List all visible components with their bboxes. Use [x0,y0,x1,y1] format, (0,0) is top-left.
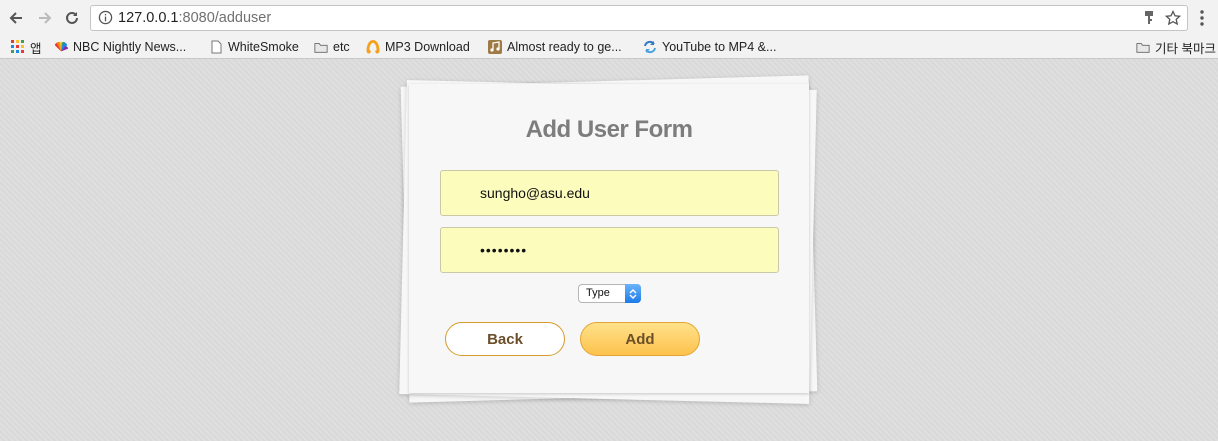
type-select-value: Type [586,287,610,299]
type-select[interactable]: Type [578,284,641,303]
reload-icon [66,11,78,24]
nbc-peacock-icon [54,40,68,54]
back-nav-button[interactable] [6,8,26,28]
bookmarks-bar: 앱 NBC Nightly News... WhiteSmoke etc MP3… [0,36,1218,59]
bookmark-label: 기타 북마크 [1155,41,1216,56]
star-icon[interactable] [1164,9,1182,31]
add-user-form: Add User Form sungho@asu.edu •••••••• Ty… [409,84,809,393]
folder-icon [314,40,328,54]
bookmark-whitesmoke[interactable]: WhiteSmoke [209,38,299,56]
bookmark-label: MP3 Download [385,40,470,54]
bookmark-mp3[interactable]: MP3 Download [366,38,470,56]
apps-grid-icon [11,40,25,54]
address-bar[interactable]: 127.0.0.1:8080/adduser [90,5,1188,31]
key-icon[interactable] [1143,10,1155,31]
music-note-icon [488,40,502,54]
bookmark-apps[interactable]: 앱 [11,38,42,56]
bookmark-label: etc [333,40,350,54]
mp3-download-icon [366,40,380,54]
bookmark-label: WhiteSmoke [228,40,299,54]
email-input[interactable]: sungho@asu.edu [440,170,779,216]
arrow-right-icon [39,12,52,24]
form-title: Add User Form [525,116,693,143]
bookmark-label: Almost ready to ge... [507,40,622,54]
page-icon [209,40,223,54]
reload-button[interactable] [62,8,82,28]
back-button[interactable]: Back [445,322,565,356]
info-icon[interactable] [98,10,113,30]
bookmark-youtube-mp4[interactable]: YouTube to MP4 &... [643,38,776,56]
bookmark-label: NBC Nightly News... [73,40,187,54]
url-text: 127.0.0.1:8080/adduser [118,10,271,26]
arrow-left-icon [9,12,22,24]
forward-nav-button[interactable] [35,8,55,28]
url-host: 127.0.0.1 [118,10,179,26]
other-bookmarks[interactable]: 기타 북마크 [1136,38,1216,56]
add-button[interactable]: Add [580,322,700,356]
browser-toolbar: 127.0.0.1:8080/adduser [0,0,1218,36]
page-background: Add User Form sungho@asu.edu •••••••• Ty… [0,59,1218,441]
select-arrows-icon [625,284,641,303]
convert-arrows-icon [643,40,657,54]
browser-menu-button[interactable] [1194,8,1210,28]
bookmark-nbc[interactable]: NBC Nightly News... [54,38,186,56]
bookmark-label: 앱 [30,41,42,56]
bookmark-etc-folder[interactable]: etc [314,38,350,56]
folder-icon [1136,40,1150,54]
url-path: :8080/adduser [178,10,272,26]
more-vert-icon [1200,10,1204,26]
bookmark-almost-ready[interactable]: Almost ready to ge... [488,38,622,56]
bookmark-label: YouTube to MP4 &... [662,40,777,54]
password-input[interactable]: •••••••• [440,227,779,273]
